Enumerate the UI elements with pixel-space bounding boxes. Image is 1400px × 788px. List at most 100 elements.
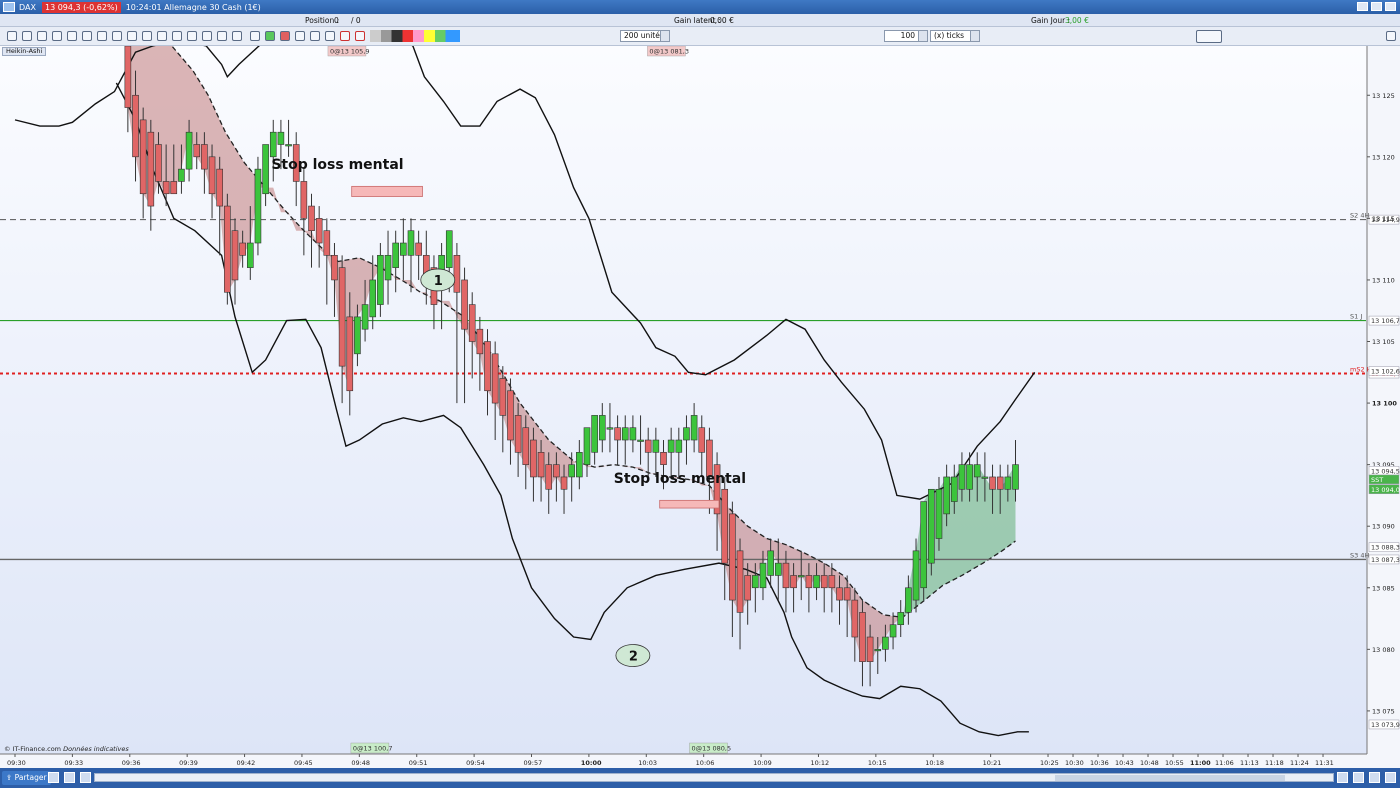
ticks-select[interactable]: (x) ticks [930,30,980,42]
bubble-label-1: 2 [629,649,638,664]
trash-tool-icon[interactable] [172,31,182,41]
stepper-icon [918,31,927,41]
candle-body-13 [224,205,231,293]
wave-tool-icon[interactable] [157,31,167,41]
candle-body-97 [866,636,874,662]
candle-body-12 [216,168,223,207]
scrollbar-thumb[interactable] [1055,775,1285,781]
draw-icon[interactable] [1337,772,1348,783]
copyright-note: Données indicatives [63,745,129,753]
pitchfork-tool-icon[interactable] [217,31,227,41]
arrow-down-red-icon[interactable] [280,31,290,41]
magnet-tool-icon[interactable] [37,31,47,41]
candle-body-53 [530,439,537,478]
y-tick-label-7: 13 110 [1372,276,1395,284]
candle-body-105 [928,488,935,564]
time-scrollbar[interactable] [94,773,1334,782]
stop-box-0 [351,185,423,197]
price-chart[interactable]: S2 4H13 114,9S1 J13 106,7mS2 H13 102,4S3… [0,46,1400,768]
level-label-2: mS2 H [1350,366,1372,374]
candle-body-116 [1012,464,1019,490]
y-tick-label-0: 13 075 [1372,707,1395,715]
minimize-icon[interactable] [1357,2,1368,11]
share-button[interactable]: ⇪ Partager [2,771,51,785]
candle-body-26 [323,230,331,256]
candle-body-17 [254,168,262,244]
x-tick-label-20: 10:36 [1090,759,1109,767]
candle-body-94 [843,587,851,601]
chart-type-icon[interactable] [1196,30,1222,43]
grid-icon[interactable] [80,772,91,783]
candle-body-55 [545,464,553,490]
pencil-tool-icon[interactable] [52,31,62,41]
candle-body-31 [361,304,369,330]
x-tick-label-13: 10:09 [753,759,772,767]
candle-body-62 [598,415,606,441]
trendline-tool-icon[interactable] [82,31,92,41]
channel-tool-icon[interactable] [127,31,137,41]
rectangle-tool-icon[interactable] [295,31,305,41]
fan-tool-icon[interactable] [355,31,365,41]
panel-toggle-icon[interactable] [1386,31,1396,41]
zoom-tool-icon[interactable] [22,31,32,41]
x-tick-label-6: 09:48 [351,759,370,767]
candle-body-65 [621,427,629,441]
line-tool-icon[interactable] [67,31,77,41]
candle-body-34 [384,255,392,281]
candle-body-108 [950,476,958,502]
cursor-tool-icon[interactable] [7,31,17,41]
layout-icon[interactable] [48,772,59,783]
time-axis-area [0,754,1367,768]
candle-body-79 [729,513,736,601]
hline-tool-icon[interactable] [97,31,107,41]
ruler-tool-icon[interactable] [187,31,197,41]
color-palette[interactable] [370,30,460,42]
vline-tool-icon[interactable] [112,31,122,41]
gann-tool-icon[interactable] [340,31,350,41]
candle-body-28 [338,267,346,367]
candle-body-61 [591,415,598,453]
maximize-icon[interactable] [1371,2,1382,11]
price-tag-1: 13 094,5 [1371,467,1400,475]
candle-body-111 [973,464,981,478]
zoom-fit-icon[interactable] [1353,772,1364,783]
candle-body-109 [958,464,966,490]
cross-tool-icon[interactable] [202,31,212,41]
fibonacci-tool-icon[interactable] [142,31,152,41]
price-tag-5: 13 073,9 [1371,721,1400,729]
candle-body-7 [178,168,185,182]
y-tick-label-2: 13 085 [1372,584,1395,592]
close-icon[interactable] [1385,2,1396,11]
x-tick-label-1: 09:33 [64,759,83,767]
candle-body-78 [721,488,729,564]
x-tick-label-16: 10:18 [925,759,944,767]
zoom-in-icon[interactable] [1385,772,1396,783]
chevron-down-icon [660,31,669,41]
arrow-up-green-icon[interactable] [265,31,275,41]
x-tick-label-4: 09:42 [237,759,256,767]
candle-body-115 [1004,476,1012,490]
x-tick-label-0: 09:30 [7,759,26,767]
candle-body-92 [828,575,836,589]
calc-icon[interactable] [64,772,75,783]
copyright-text: © IT-Finance.com Données indicatives [4,745,129,753]
candle-body-48 [491,353,499,404]
polygon-tool-icon[interactable] [310,31,320,41]
x-tick-label-27: 11:18 [1265,759,1284,767]
candle-body-101 [897,612,905,626]
candle-body-59 [576,452,583,478]
units-select[interactable]: 200 unités [620,30,670,42]
candle-body-88 [797,575,805,578]
candle-body-27 [331,255,338,281]
candle-body-100 [889,624,897,638]
x-tick-label-23: 10:55 [1165,759,1184,767]
indicator-badge[interactable]: Heikin-Ashi [2,47,47,56]
quantity-stepper[interactable]: 100 [884,30,928,42]
text-tool-icon[interactable] [232,31,242,41]
arrow-right-icon[interactable] [250,31,260,41]
zoom-out-icon[interactable] [1369,772,1380,783]
candle-body-47 [484,341,491,392]
triangle-tool-icon[interactable] [325,31,335,41]
stop-box-1 [659,499,720,509]
annotation-text-1: Stop loss mental [614,471,746,487]
